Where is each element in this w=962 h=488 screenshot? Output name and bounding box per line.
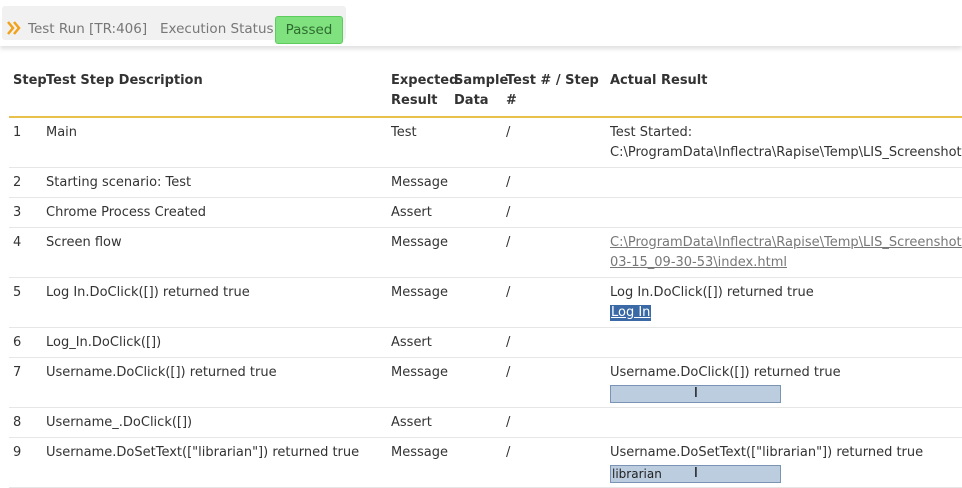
sample-data-cell [450,327,502,358]
sample-data-cell [450,357,502,408]
table-row: 8 Username_.DoClick([]) Assert / [9,407,962,438]
actual-result-text: C:\ProgramData\Inflectra\Rapise\Temp\LIS… [610,145,962,160]
step-number-cell: 5 [9,277,42,328]
step-description-cell: Log In.DoClick([]) returned true [42,277,387,328]
expected-result-cell: Message [387,167,450,198]
table-row: 2 Starting scenario: Test Message / [9,167,962,198]
column-header-actual-result[interactable]: Actual Result [606,68,962,118]
actual-result-cell [606,197,962,228]
actual-result-text: Username.DoClick([]) returned true [610,365,841,380]
column-header-expected-result[interactable]: Expected Result [387,68,458,118]
test-steps-table: Step Test Step Description Expected Resul… [9,68,962,488]
screenshot-thumbnail-field[interactable]: librarian I [610,465,781,483]
step-number-cell: 9 [9,437,42,488]
test-step-cell: / [502,117,606,168]
step-number-cell: 3 [9,197,42,228]
step-description-cell: Username_.DoClick([]) [42,407,387,438]
test-step-cell: / [502,277,606,328]
step-description-cell: Starting scenario: Test [42,167,387,198]
step-description-cell: Log_In.DoClick([]) [42,327,387,358]
screenshot-link[interactable]: C:\ProgramData\Inflectra\Rapise\Temp\LIS… [610,235,962,250]
expected-result-cell: Test [387,117,450,168]
step-number-cell: 8 [9,407,42,438]
test-step-cell: / [502,167,606,198]
table-row: 7 Username.DoClick([]) returned true Messa… [9,357,962,408]
screenshot-link[interactable]: 03-15_09-30-53\index.html [610,255,787,270]
test-step-cell: / [502,197,606,228]
column-header-description[interactable]: Test Step Description [42,68,387,118]
table-row: 3 Chrome Process Created Assert / [9,197,962,228]
column-header-test-step[interactable]: Test # / Step # [502,68,606,118]
test-run-title-box: Test Run [TR:406] Execution Status: Pass… [2,6,346,44]
table-row: 1 Main Test / Test Started: C:\ProgramData\In… [9,117,962,168]
step-description-cell: Screen flow [42,227,387,278]
step-number-cell: 4 [9,227,42,278]
test-run-label[interactable]: Test Run [TR:406] [28,21,147,37]
screenshot-thumbnail[interactable]: Log In [610,305,652,321]
test-step-cell: / [502,437,606,488]
step-description-cell: Username.DoClick([]) returned true [42,357,387,408]
table-row: 6 Log_In.DoClick([]) Assert / [9,327,962,358]
text-cursor-icon: I [694,386,698,401]
step-number-cell: 6 [9,327,42,358]
expected-result-cell: Assert [387,197,450,228]
table-row: 9 Username.DoSetText(["librarian"]) retur… [9,437,962,488]
step-number-cell: 7 [9,357,42,408]
field-value: librarian [612,467,662,481]
actual-result-cell [606,167,962,198]
actual-result-text: Username.DoSetText(["librarian"]) return… [610,445,924,460]
column-header-step[interactable]: Step [9,68,47,118]
expected-result-cell: Assert [387,327,450,358]
step-description-cell: Main [42,117,387,168]
test-step-cell: / [502,407,606,438]
actual-result-text: Log In.DoClick([]) returned true [610,285,814,300]
expected-result-cell: Message [387,357,450,408]
expected-result-cell: Message [387,437,450,488]
step-number-cell: 1 [9,117,42,168]
actual-result-cell: Test Started: C:\ProgramData\Inflectra\Ra… [606,117,962,168]
expected-result-cell: Message [387,227,450,278]
execution-status-label: Execution Status: [160,21,279,37]
screenshot-thumbnail-field[interactable]: I [610,385,781,403]
actual-result-cell: Log In.DoClick([]) returned true Log In [606,277,962,328]
text-cursor-icon: I [694,466,698,481]
actual-result-cell: Username.DoSetText(["librarian"]) return… [606,437,962,488]
column-header-sample-data[interactable]: Sample Data [450,68,508,118]
test-step-cell: / [502,327,606,358]
expected-result-cell: Message [387,277,450,328]
step-description-cell: Username.DoSetText(["librarian"]) return… [42,437,387,488]
test-step-cell: / [502,227,606,278]
actual-result-cell: C:\ProgramData\Inflectra\Rapise\Temp\LIS… [606,227,962,278]
sample-data-cell [450,197,502,228]
actual-result-cell [606,327,962,358]
status-badge: Passed [275,16,343,44]
actual-result-text: Test Started: [610,125,693,140]
sample-data-cell [450,227,502,278]
sample-data-cell [450,117,502,168]
test-step-cell: / [502,357,606,408]
table-row: 4 Screen flow Message / C:\ProgramData\Infle… [9,227,962,278]
actual-result-cell [606,407,962,438]
step-number-cell: 2 [9,167,42,198]
actual-result-cell: Username.DoClick([]) returned true I [606,357,962,408]
table-header-row: Step Test Step Description Expected Resul… [9,68,962,118]
sample-data-cell [450,167,502,198]
sample-data-cell [450,277,502,328]
expected-result-cell: Assert [387,407,450,438]
sample-data-cell [450,407,502,438]
table-row: 5 Log In.DoClick([]) returned true Message… [9,277,962,328]
step-description-cell: Chrome Process Created [42,197,387,228]
sample-data-cell [450,437,502,488]
test-run-header: Test Run [TR:406] Execution Status: Pass… [0,0,962,46]
double-chevron-right-icon [7,21,21,35]
